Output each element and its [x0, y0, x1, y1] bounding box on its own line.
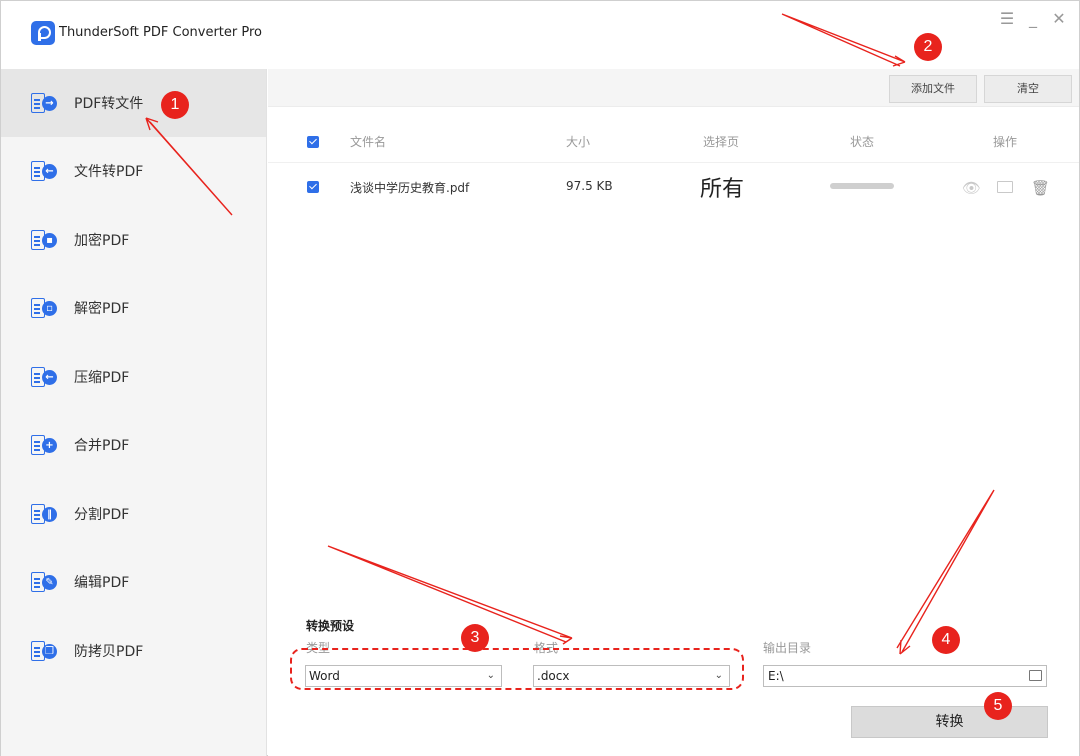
open-folder-icon[interactable]: [997, 181, 1013, 193]
annotation-badge: 2: [914, 33, 942, 61]
status-progress-bar: [830, 183, 894, 189]
title-bar: ThunderSoft PDF Converter Pro ☰ _ ✕: [1, 1, 1079, 69]
output-directory-value: E:\: [768, 669, 784, 683]
select-all-checkbox[interactable]: [307, 136, 319, 148]
file-size: 97.5 KB: [566, 179, 613, 193]
sidebar-item-pdf-to-file[interactable]: → PDF转文件: [1, 69, 266, 137]
sidebar-item-label: 分割PDF: [74, 507, 130, 523]
header-name: 文件名: [350, 135, 387, 149]
file-name: 浅谈中学历史教育.pdf: [350, 181, 470, 195]
sidebar-item-label: 编辑PDF: [74, 575, 130, 591]
app-window: ThunderSoft PDF Converter Pro ☰ _ ✕ → PD…: [0, 0, 1080, 756]
sidebar-item-label: 解密PDF: [74, 301, 130, 317]
app-logo-icon: [31, 21, 55, 45]
toolbar: 添加文件 清空: [268, 69, 1079, 107]
sidebar-item-label: 防拷贝PDF: [74, 644, 144, 660]
output-directory-field[interactable]: E:\: [763, 665, 1047, 687]
page-selection[interactable]: 所有: [700, 171, 744, 203]
sidebar-item-compress[interactable]: ← 压缩PDF: [1, 343, 266, 411]
header-size: 大小: [566, 135, 591, 149]
annotation-badge: 5: [984, 692, 1012, 720]
preset-title: 转换预设: [306, 619, 355, 633]
sidebar-item-label: PDF转文件: [74, 96, 144, 112]
menu-icon[interactable]: ☰: [999, 9, 1015, 28]
copy-protect-icon: ❐: [29, 639, 59, 663]
split-icon: ‖: [29, 502, 59, 526]
header-status: 状态: [850, 135, 875, 149]
sidebar-item-split[interactable]: ‖ 分割PDF: [1, 480, 266, 548]
header-actions: 操作: [993, 135, 1018, 149]
close-icon[interactable]: ✕: [1051, 9, 1067, 28]
table-row[interactable]: 浅谈中学历史教育.pdf 97.5 KB 所有 👁 🗑: [268, 165, 1079, 209]
table-header: 文件名 大小 选择页 状态 操作: [268, 121, 1079, 163]
row-checkbox[interactable]: [307, 181, 319, 193]
sidebar-item-file-to-pdf[interactable]: ← 文件转PDF: [1, 137, 266, 205]
annotation-dashed-box: [290, 648, 744, 690]
browse-folder-icon[interactable]: [1029, 670, 1042, 681]
sidebar-item-edit[interactable]: ✎ 编辑PDF: [1, 548, 266, 616]
convert-button[interactable]: 转换: [851, 706, 1048, 738]
sidebar-item-merge[interactable]: + 合并PDF: [1, 411, 266, 479]
sidebar-item-label: 压缩PDF: [74, 370, 130, 386]
annotation-badge: 4: [932, 626, 960, 654]
unlock-icon: ▫: [29, 296, 59, 320]
sidebar: → PDF转文件 ← 文件转PDF ▪ 加密PDF ▫ 解密PDF ← 压缩PD…: [1, 69, 267, 756]
annotation-badge: 3: [461, 624, 489, 652]
window-controls: ☰ _ ✕: [999, 9, 1067, 28]
annotation-badge: 1: [161, 91, 189, 119]
header-pages: 选择页: [703, 135, 740, 149]
sidebar-item-encrypt[interactable]: ▪ 加密PDF: [1, 206, 266, 274]
sidebar-item-decrypt[interactable]: ▫ 解密PDF: [1, 274, 266, 342]
file-to-pdf-icon: ←: [29, 159, 59, 183]
preview-eye-icon[interactable]: 👁: [962, 179, 981, 197]
add-files-button[interactable]: 添加文件: [889, 75, 977, 103]
clear-button[interactable]: 清空: [984, 75, 1072, 103]
delete-trash-icon[interactable]: 🗑: [1031, 179, 1050, 197]
lock-icon: ▪: [29, 228, 59, 252]
merge-icon: +: [29, 433, 59, 457]
sidebar-item-label: 加密PDF: [74, 233, 130, 249]
output-label: 输出目录: [763, 641, 812, 655]
app-title: ThunderSoft PDF Converter Pro: [59, 25, 262, 40]
sidebar-item-label: 合并PDF: [74, 438, 130, 454]
sidebar-item-copy-protect[interactable]: ❐ 防拷贝PDF: [1, 617, 266, 685]
edit-icon: ✎: [29, 570, 59, 594]
compress-icon: ←: [29, 365, 59, 389]
sidebar-item-label: 文件转PDF: [74, 164, 144, 180]
pdf-to-file-icon: →: [29, 91, 59, 115]
minimize-icon[interactable]: _: [1025, 9, 1041, 28]
